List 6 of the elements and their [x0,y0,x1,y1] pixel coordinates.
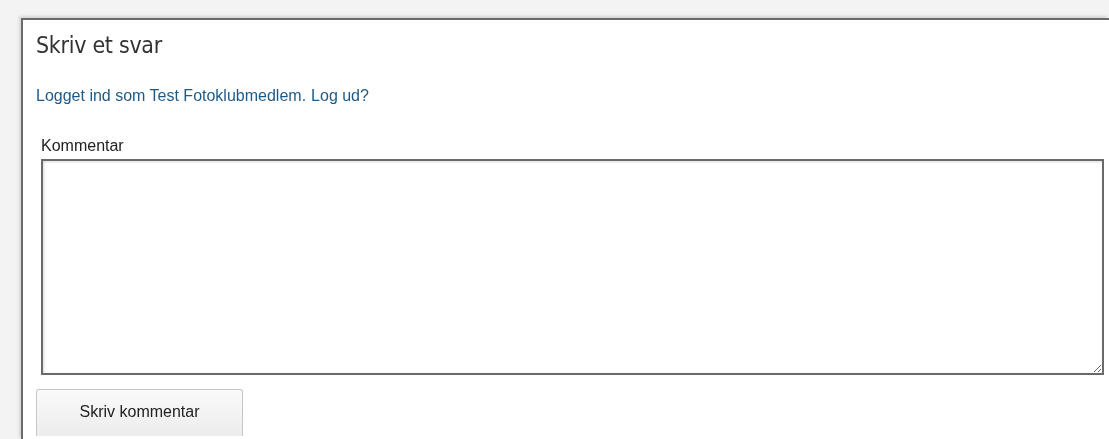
comment-label: Kommentar [41,136,124,156]
comment-field[interactable] [41,159,1104,375]
profile-link[interactable]: Logget ind som Test Fotoklubmedlem. [36,86,307,106]
reply-heading: Skriv et svar [36,31,164,60]
submit-button[interactable]: Skriv kommentar [36,389,243,436]
logout-link[interactable]: Log ud? [311,86,369,106]
